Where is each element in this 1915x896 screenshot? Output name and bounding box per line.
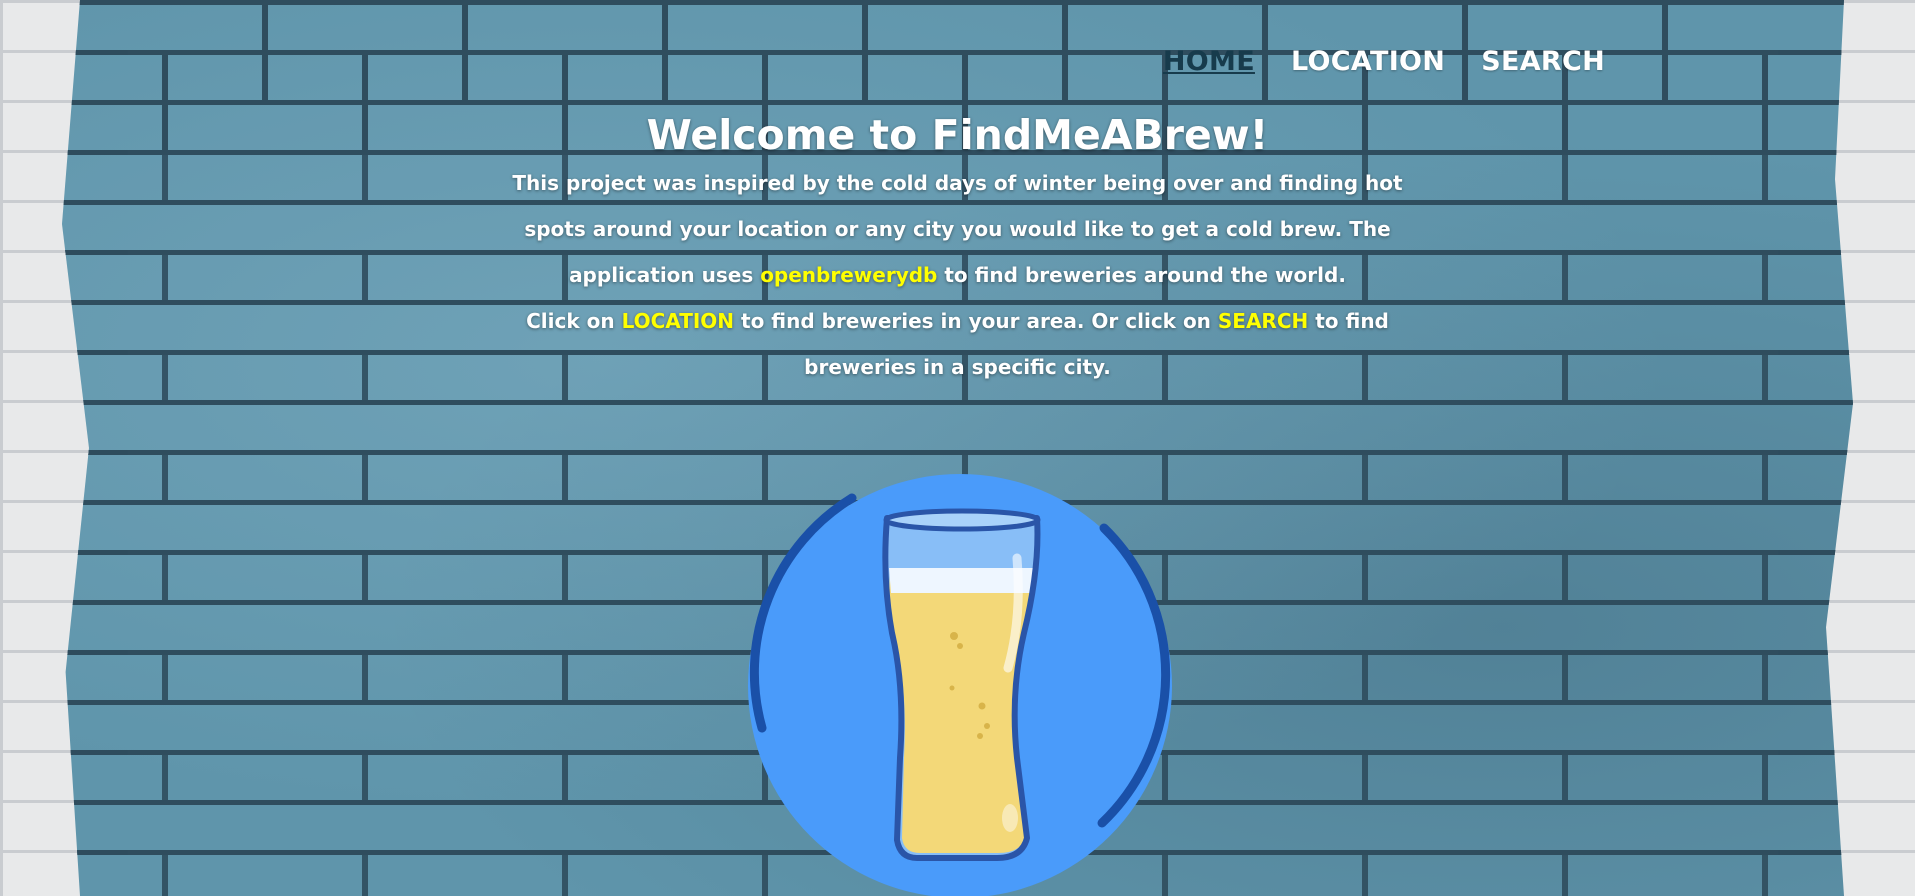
cta-text-middle: to find breweries in your area. Or click…: [734, 309, 1218, 333]
bubble: [977, 733, 983, 739]
intro-text-end: to find breweries around the world.: [937, 263, 1346, 287]
openbrewerydb-link[interactable]: openbrewerydb: [760, 263, 937, 287]
intro-description: This project was inspired by the cold da…: [508, 160, 1408, 390]
bubble: [957, 643, 963, 649]
bubble: [949, 685, 955, 691]
bubble: [950, 632, 958, 640]
beer-glass-icon: [748, 474, 1172, 896]
nav-location-link[interactable]: LOCATION: [1291, 46, 1445, 77]
top-nav: HOME LOCATION SEARCH: [1163, 46, 1605, 77]
intro-paragraph: This project was inspired by the cold da…: [508, 160, 1408, 298]
cta-text: Click on: [526, 309, 622, 333]
nav-search-link[interactable]: SEARCH: [1481, 46, 1605, 77]
glass-highlight-bottom: [1002, 804, 1018, 832]
page-title: Welcome to FindMeABrew!: [646, 111, 1269, 159]
nav-home-link[interactable]: HOME: [1163, 46, 1255, 77]
bubble: [978, 702, 986, 710]
glass-rim: [883, 508, 1041, 532]
beer-illustration: [742, 468, 1182, 896]
cta-paragraph: Click on LOCATION to find breweries in y…: [508, 298, 1408, 390]
bubble: [984, 723, 990, 729]
main-content: Welcome to FindMeABrew! This project was…: [0, 110, 1915, 390]
cta-search-highlight: SEARCH: [1217, 309, 1309, 333]
beer-foam: [889, 568, 1035, 593]
cta-location-highlight: LOCATION: [621, 309, 735, 333]
